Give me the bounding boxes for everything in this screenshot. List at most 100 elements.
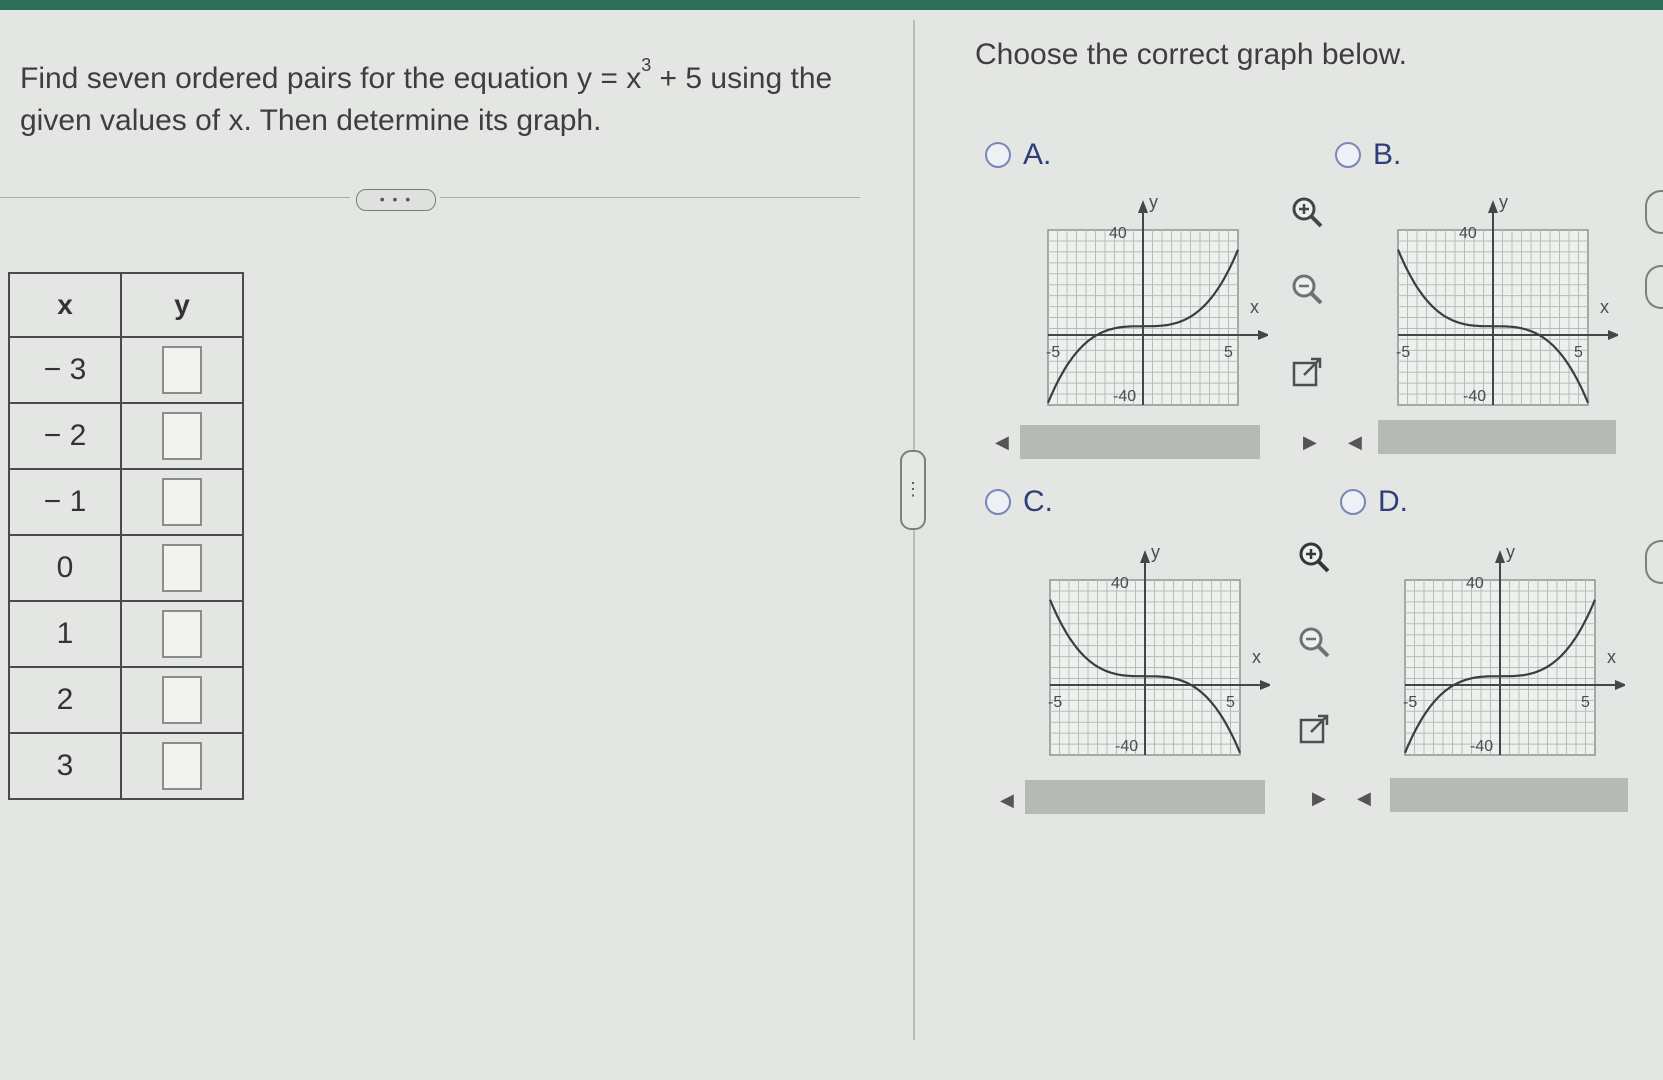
- scroll-left-icon[interactable]: ◀: [1348, 432, 1362, 453]
- x-cell: 0: [8, 534, 122, 602]
- edge-control[interactable]: [1645, 190, 1663, 234]
- y-answer-input[interactable]: [162, 610, 202, 658]
- xy-table: x y − 3 − 2 − 1 0 1 2 3: [8, 272, 244, 800]
- x-min-label: -5: [1396, 344, 1410, 361]
- popout-icon[interactable]: [1290, 355, 1324, 389]
- y-axis-arrow: [1488, 200, 1498, 213]
- graph-d-scrollbar[interactable]: [1390, 778, 1628, 812]
- y-answer-input[interactable]: [162, 478, 202, 526]
- y-answer-input[interactable]: [162, 544, 202, 592]
- y-min-label: -40: [1463, 388, 1486, 405]
- graph-c: y x 40 -40 -5 5: [1048, 542, 1270, 756]
- option-d-label: D.: [1378, 485, 1408, 518]
- option-d[interactable]: D.: [1340, 485, 1408, 519]
- expand-more-button[interactable]: • • •: [356, 189, 436, 211]
- x-axis-label: x: [1607, 647, 1616, 667]
- y-max-label: 40: [1109, 225, 1127, 242]
- option-c-label: C.: [1023, 485, 1053, 518]
- x-max-label: 5: [1224, 344, 1233, 361]
- table-row: 2: [8, 666, 244, 734]
- y-axis-arrow: [1495, 550, 1505, 563]
- top-bar: [0, 0, 1663, 10]
- x-axis-arrow: [1260, 680, 1270, 690]
- y-axis-arrow: [1140, 550, 1150, 563]
- y-cell: [120, 336, 244, 404]
- option-a-label: A.: [1023, 138, 1052, 171]
- option-a[interactable]: A.: [985, 138, 1051, 172]
- y-axis-label: y: [1499, 192, 1508, 212]
- graph-a-scrollbar[interactable]: [1020, 425, 1260, 459]
- popout-icon[interactable]: [1297, 712, 1331, 746]
- y-max-label: 40: [1111, 575, 1129, 592]
- graph-b-scrollbar[interactable]: [1378, 420, 1616, 454]
- option-b[interactable]: B.: [1335, 138, 1401, 172]
- radio-c[interactable]: [985, 489, 1011, 515]
- scroll-left-icon[interactable]: ◀: [1000, 790, 1014, 811]
- panel-divider: [913, 20, 915, 1040]
- x-cell: − 1: [8, 468, 122, 536]
- scroll-left-icon[interactable]: ◀: [1357, 788, 1371, 809]
- zoom-out-icon[interactable]: [1290, 272, 1324, 306]
- question-text: Find seven ordered pairs for the equatio…: [20, 50, 880, 142]
- y-answer-input[interactable]: [162, 412, 202, 460]
- x-cell: 3: [8, 732, 122, 800]
- x-axis-label: x: [1600, 297, 1609, 317]
- y-min-label: -40: [1470, 738, 1493, 755]
- y-axis-label: y: [1506, 542, 1515, 562]
- y-cell: [120, 600, 244, 668]
- x-axis-label: x: [1250, 297, 1259, 317]
- x-axis-arrow: [1258, 330, 1268, 340]
- question-lead: Find seven ordered pairs for the equatio…: [20, 62, 642, 95]
- radio-d[interactable]: [1340, 489, 1366, 515]
- choose-graph-prompt: Choose the correct graph below.: [975, 38, 1407, 71]
- split-handle[interactable]: ⋮: [900, 450, 926, 530]
- zoom-in-icon[interactable]: [1297, 540, 1331, 574]
- scroll-right-icon[interactable]: ▶: [1303, 432, 1317, 453]
- table-row: − 3: [8, 336, 244, 404]
- x-axis-arrow: [1608, 330, 1618, 340]
- x-min-label: -5: [1046, 344, 1060, 361]
- edge-control[interactable]: [1645, 540, 1663, 584]
- y-cell: [120, 666, 244, 734]
- x-header: x: [8, 272, 122, 338]
- zoom-in-icon[interactable]: [1290, 195, 1324, 229]
- graph-b: y x 40 -40 -5 5: [1396, 192, 1618, 406]
- y-answer-input[interactable]: [162, 346, 202, 394]
- separator-right: [440, 197, 860, 198]
- x-min-label: -5: [1403, 694, 1417, 711]
- graph-c-scrollbar[interactable]: [1025, 780, 1265, 814]
- y-answer-input[interactable]: [162, 676, 202, 724]
- y-header: y: [120, 272, 244, 338]
- y-axis-label: y: [1151, 542, 1160, 562]
- option-c[interactable]: C.: [985, 485, 1053, 519]
- y-cell: [120, 402, 244, 470]
- scroll-left-icon[interactable]: ◀: [995, 432, 1009, 453]
- y-max-label: 40: [1459, 225, 1477, 242]
- x-axis-arrow: [1615, 680, 1625, 690]
- radio-b[interactable]: [1335, 142, 1361, 168]
- x-cell: − 2: [8, 402, 122, 470]
- edge-control[interactable]: [1645, 265, 1663, 309]
- y-axis-label: y: [1149, 192, 1158, 212]
- x-max-label: 5: [1581, 694, 1590, 711]
- zoom-out-icon[interactable]: [1297, 625, 1331, 659]
- separator-left: [0, 197, 350, 198]
- option-b-label: B.: [1373, 138, 1402, 171]
- table-row: 3: [8, 732, 244, 800]
- y-cell: [120, 468, 244, 536]
- graph-d: y x 40 -40 -5 5: [1403, 542, 1625, 756]
- table-row: 1: [8, 600, 244, 668]
- x-cell: 2: [8, 666, 122, 734]
- table-row: 0: [8, 534, 244, 602]
- scroll-right-icon[interactable]: ▶: [1312, 788, 1326, 809]
- table-row: − 2: [8, 402, 244, 470]
- y-min-label: -40: [1115, 738, 1138, 755]
- question-exponent: 3: [641, 55, 652, 75]
- radio-a[interactable]: [985, 142, 1011, 168]
- x-max-label: 5: [1574, 344, 1583, 361]
- y-axis-arrow: [1138, 200, 1148, 213]
- y-min-label: -40: [1113, 388, 1136, 405]
- x-axis-label: x: [1252, 647, 1261, 667]
- y-cell: [120, 732, 244, 800]
- y-answer-input[interactable]: [162, 742, 202, 790]
